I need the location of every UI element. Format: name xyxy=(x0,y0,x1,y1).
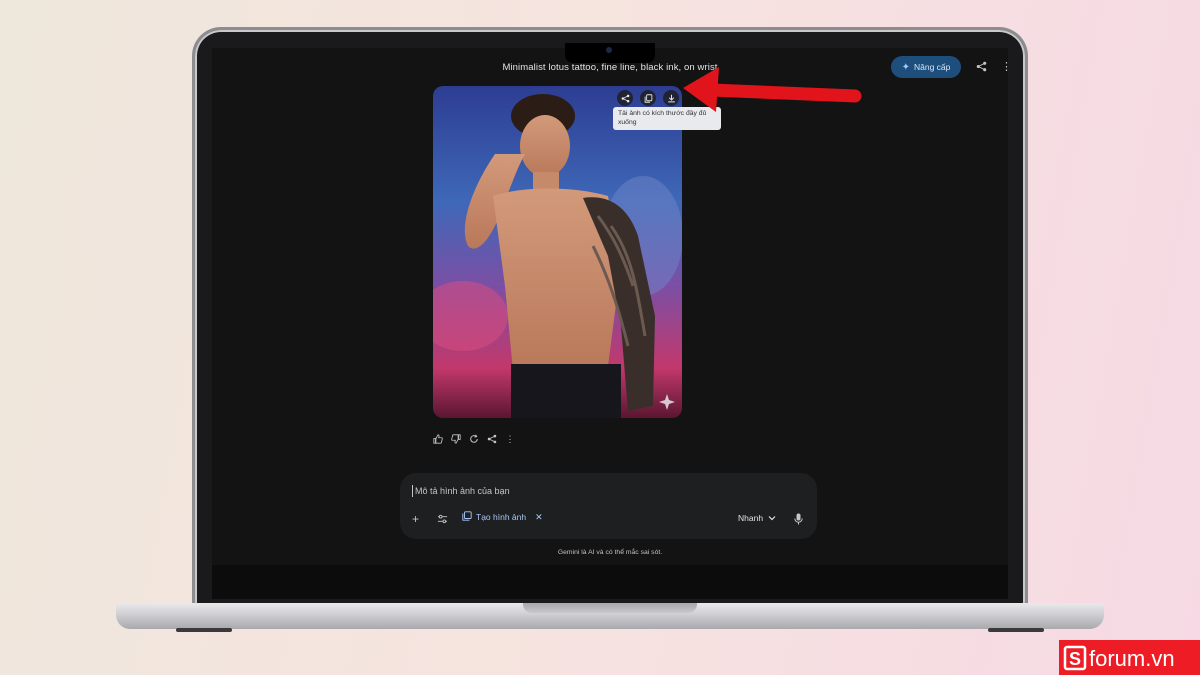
watermark-mark: S xyxy=(1068,649,1080,669)
download-icon[interactable] xyxy=(663,90,679,106)
regenerate-icon[interactable] xyxy=(469,434,479,444)
microphone-icon[interactable] xyxy=(794,512,803,530)
image-gallery-icon xyxy=(462,511,472,523)
more-vertical-icon[interactable]: ⋮ xyxy=(1001,61,1008,73)
camera-notch xyxy=(565,43,655,63)
upgrade-button[interactable]: ✦ Nâng cấp xyxy=(891,56,961,78)
watermark-logo: S forum.vn xyxy=(1059,640,1200,675)
laptop-groove xyxy=(523,603,697,613)
download-tooltip: Tải ảnh có kích thước đầy đủ xuống xyxy=(613,107,721,130)
image-toolbar xyxy=(617,90,679,106)
share-icon[interactable] xyxy=(487,434,497,444)
watermark-text: forum.vn xyxy=(1089,646,1175,671)
chat-title: Minimalist lotus tattoo, fine line, blac… xyxy=(502,62,718,73)
generated-image[interactable] xyxy=(433,86,682,418)
gemini-screen: Minimalist lotus tattoo, fine line, blac… xyxy=(212,48,1008,565)
thumbs-down-icon[interactable] xyxy=(451,434,461,444)
camera-icon xyxy=(606,47,612,53)
upgrade-label: Nâng cấp xyxy=(914,62,951,72)
more-vertical-icon[interactable]: ⋮ xyxy=(505,434,515,444)
disclaimer: Gemini là AI và có thể mắc sai sót. xyxy=(557,549,663,556)
prompt-composer: + Tạo hình ảnh ✕ Nhanh xyxy=(400,473,817,539)
prompt-input[interactable] xyxy=(412,485,717,497)
laptop-foot xyxy=(988,628,1044,632)
laptop-foot xyxy=(176,628,232,632)
sparkle-icon: ✦ xyxy=(901,61,910,73)
copy-icon[interactable] xyxy=(640,90,656,106)
chevron-down-icon xyxy=(768,513,776,523)
share-icon[interactable] xyxy=(976,61,987,75)
create-image-chip[interactable]: Tạo hình ảnh ✕ xyxy=(462,511,543,523)
screen-bezel xyxy=(212,565,1008,599)
tools-sliders-icon[interactable] xyxy=(437,514,448,526)
thumbs-up-icon[interactable] xyxy=(433,434,443,444)
response-actions: ⋮ xyxy=(433,434,515,444)
close-icon[interactable]: ✕ xyxy=(535,512,543,523)
create-image-label: Tạo hình ảnh xyxy=(476,512,527,522)
share-icon[interactable] xyxy=(617,90,633,106)
mode-label: Nhanh xyxy=(738,513,764,523)
mode-selector[interactable]: Nhanh xyxy=(738,513,776,523)
plus-icon[interactable]: + xyxy=(412,513,419,525)
